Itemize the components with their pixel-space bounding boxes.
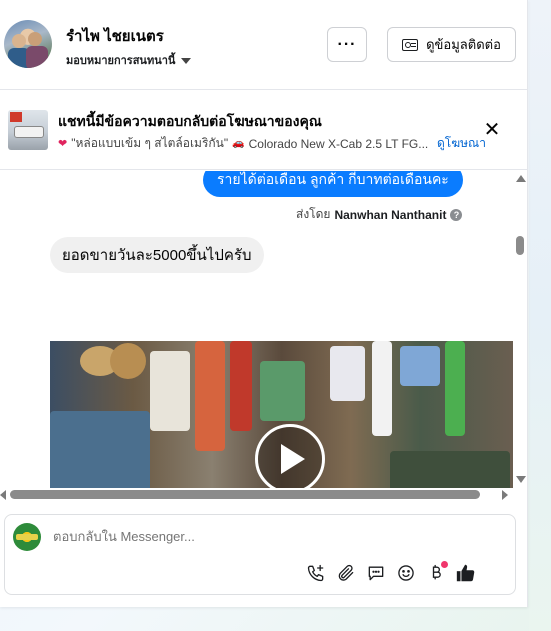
scroll-up-icon[interactable] [516,175,526,182]
message-thread: รายได้ต่อเดือน ลูกค้า กี่บาทต่อเดือนคะ ส… [0,171,528,488]
chat-panel: รำไพ ไชยเนตร มอบหมายการสนทนานี้ ··· ดูข้… [0,0,528,607]
chat-header: รำไพ ไชยเนตร มอบหมายการสนทนานี้ ··· ดูข้… [0,0,528,90]
composer-toolbar [301,561,481,585]
assign-label: มอบหมายการสนทนานี้ [66,55,176,67]
hscroll-thumb[interactable] [10,490,480,499]
play-icon[interactable] [255,424,325,488]
sent-by-info: ส่งโดย Nanwhan Nanthanit ? [296,205,463,224]
close-icon[interactable]: ✕ [482,119,502,141]
contact-avatar[interactable] [4,20,52,68]
view-contact-info-button[interactable]: ดูข้อมูลติดต่อ [387,27,516,62]
outgoing-message[interactable]: รายได้ต่อเดือน ลูกค้า กี่บาทต่อเดือนคะ [203,171,463,197]
emoji-icon[interactable] [391,561,421,585]
help-icon[interactable]: ? [450,208,463,221]
page-avatar [13,523,41,551]
notification-dot [441,561,448,568]
ad-banner-title: แชทนี้มีข้อความตอบกลับต่อโฆษณาของคุณ [58,113,322,129]
scroll-left-icon[interactable] [0,490,6,500]
assign-conversation-dropdown[interactable]: มอบหมายการสนทนานี้ [66,51,192,69]
view-ad-link[interactable]: ดูโฆษณา [437,134,486,153]
heart-icon: ❤ [58,138,68,150]
ad-product: Colorado New X-Cab 2.5 LT FG... [248,136,429,151]
ad-thumbnail[interactable] [8,110,48,150]
contact-card-icon [402,38,419,51]
sent-by-prefix: ส่งโดย [296,207,331,221]
reply-input[interactable] [53,529,353,544]
view-contact-info-label: ดูข้อมูลติดต่อ [426,37,501,52]
scroll-right-icon[interactable] [502,490,508,500]
video-attachment[interactable] [50,341,513,488]
payment-icon[interactable] [421,561,451,585]
attachment-icon[interactable] [331,561,361,585]
horizontal-scrollbar[interactable] [0,488,513,501]
contact-name[interactable]: รำไพ ไชยเนตร [66,24,164,48]
scroll-down-icon[interactable] [516,476,526,483]
ad-reply-banner: แชทนี้มีข้อความตอบกลับต่อโฆษณาของคุณ ❤ "… [0,91,528,170]
like-icon[interactable] [451,561,481,585]
ad-text: "หล่อแบบเข้ม ๆ สไตล์อเมริกัน" [71,136,229,150]
chevron-down-icon [181,57,192,64]
quick-reply-icon[interactable] [361,561,391,585]
background-strip [529,0,551,631]
sent-by-name: Nanwhan Nanthanit [334,207,447,222]
message-composer [4,514,516,595]
scroll-thumb[interactable] [516,236,524,255]
incoming-message[interactable]: ยอดขายวันละ5000ขึ้นไปครับ [50,237,264,273]
vertical-scrollbar[interactable] [513,171,528,488]
car-icon: 🚗 [232,138,245,149]
add-call-icon[interactable] [301,561,331,585]
more-options-button[interactable]: ··· [327,27,367,62]
ad-description: ❤ "หล่อแบบเข้ม ๆ สไตล์อเมริกัน" 🚗 Colora… [58,134,438,153]
